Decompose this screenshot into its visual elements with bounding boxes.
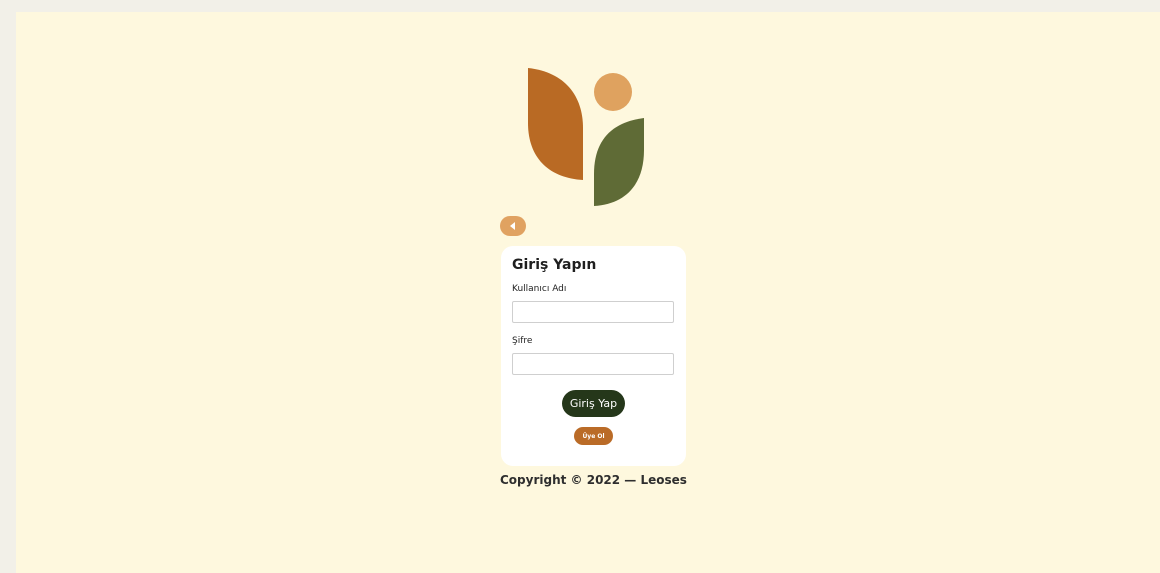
login-card: Giriş Yapın Kullanıcı Adı Şifre Giriş Ya… xyxy=(501,246,686,466)
orange-leaf-shape xyxy=(528,68,583,180)
username-input[interactable] xyxy=(512,301,674,323)
plant-leaves-logo xyxy=(528,68,644,206)
register-button[interactable]: Üye Ol xyxy=(574,427,613,445)
password-input[interactable] xyxy=(512,353,674,375)
username-label: Kullanıcı Adı xyxy=(512,284,567,294)
green-leaf-shape xyxy=(594,118,644,206)
copyright-text: Copyright © 2022 — Leoses xyxy=(500,473,687,487)
orange-circle-shape xyxy=(594,73,632,111)
caret-left-icon xyxy=(510,222,515,230)
page-background: Giriş Yapın Kullanıcı Adı Şifre Giriş Ya… xyxy=(16,12,1160,573)
password-label: Şifre xyxy=(512,336,533,346)
login-button[interactable]: Giriş Yap xyxy=(562,390,625,417)
form-title: Giriş Yapın xyxy=(512,257,597,273)
back-button[interactable] xyxy=(500,216,526,236)
